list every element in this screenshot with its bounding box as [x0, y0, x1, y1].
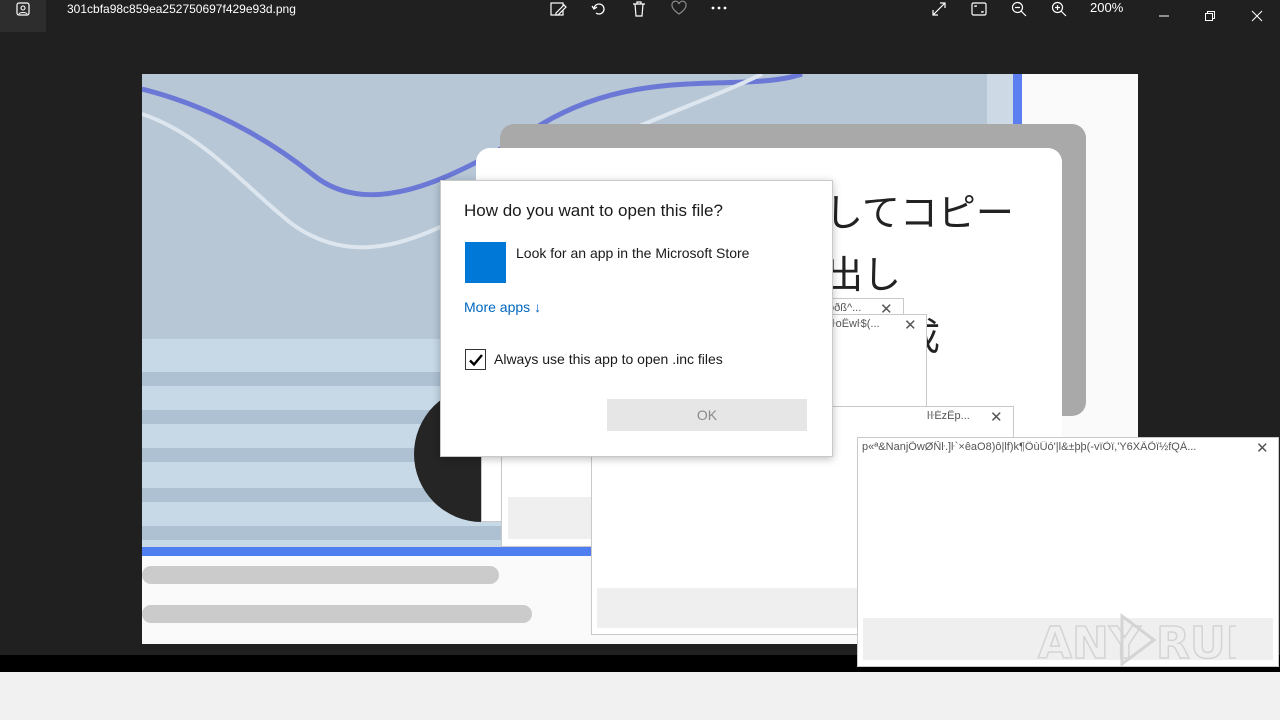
title-bar: 301cbfa98c859ea252750697f429e93d.png 200…: [0, 0, 1280, 32]
anyrun-watermark-logo: ANY RUN: [1036, 608, 1263, 675]
more-apps-link[interactable]: More apps ↓: [464, 299, 541, 315]
dialog-title: How do you want to open this file?: [464, 201, 723, 220]
more-icon[interactable]: [705, 0, 733, 18]
ghost-window-title: ôðß^...: [828, 302, 862, 314]
ok-button[interactable]: OK: [607, 399, 807, 431]
file-name: 301cbfa98c859ea252750697f429e93d.png: [67, 2, 296, 16]
photos-app-icon: [0, 0, 46, 32]
fullscreen-icon[interactable]: [925, 0, 953, 18]
microsoft-store-icon[interactable]: [465, 242, 506, 283]
minimize-icon[interactable]: [1147, 4, 1181, 28]
arrow-down-icon: ↓: [534, 299, 542, 315]
ghost-window-title: ŀŀÉzÊp...: [927, 410, 970, 422]
always-use-label[interactable]: Always use this app to open .inc files: [494, 351, 723, 367]
more-apps-label: More apps: [464, 299, 531, 315]
fit-window-icon[interactable]: [965, 0, 993, 18]
store-option-label[interactable]: Look for an app in the Microsoft Store: [516, 245, 749, 261]
checkmark-icon: [468, 353, 483, 366]
delete-icon[interactable]: [625, 0, 653, 18]
favorite-icon[interactable]: [665, 0, 693, 18]
ghost-close-icon[interactable]: ✕: [1256, 439, 1269, 457]
ghost-close-icon[interactable]: ✕: [990, 408, 1003, 426]
image-text-line-1: してコピー: [825, 191, 1014, 235]
restore-icon[interactable]: [1193, 4, 1227, 28]
svg-text:RUN: RUN: [1156, 618, 1236, 669]
always-use-checkbox[interactable]: [465, 349, 486, 370]
close-icon[interactable]: [1240, 4, 1274, 28]
zoom-level[interactable]: 200%: [1090, 0, 1123, 15]
ghost-window-title: "ŀoÊwŀ$(...: [828, 318, 880, 330]
open-with-dialog: How do you want to open this file? Look …: [440, 180, 833, 457]
ghost-close-icon[interactable]: ✕: [904, 316, 917, 334]
zoom-out-icon[interactable]: [1005, 0, 1033, 18]
edit-image-icon[interactable]: [544, 0, 572, 18]
rotate-icon[interactable]: [585, 0, 613, 18]
zoom-in-icon[interactable]: [1045, 0, 1073, 18]
image-text-line-2: 出し: [825, 253, 902, 297]
ghost-window-title: p«ª&NanjÕwØÑŀ.]ŀ`×êaO8)ô|lf)k¶ÔùÛó'|l&±þ…: [862, 441, 1197, 453]
